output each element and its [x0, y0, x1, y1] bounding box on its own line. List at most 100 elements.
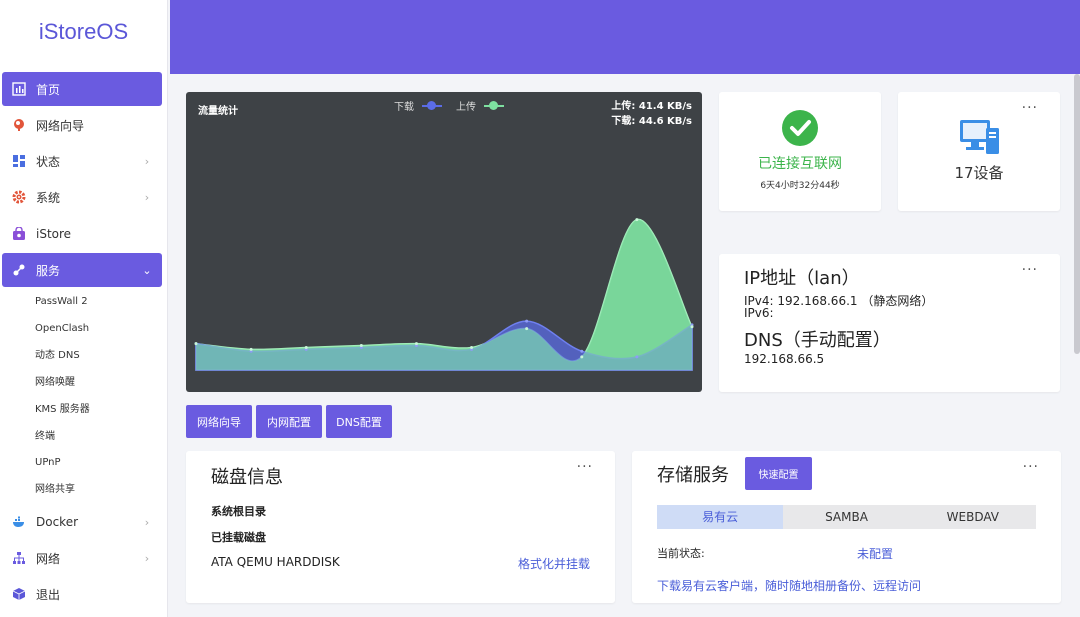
legend-upload-label: 上传 — [456, 102, 476, 113]
root-dir-label: 系统根目录 — [211, 505, 266, 518]
sidebar-item-label: 系统 — [36, 190, 61, 205]
download-speed: 下载: 44.6 KB/s — [611, 116, 692, 127]
globe-icon — [14, 119, 24, 131]
upload-front-area — [196, 219, 692, 370]
legend-upload-swatch[interactable] — [484, 100, 504, 110]
services-icon — [13, 264, 25, 276]
uptime: 6天4小时32分44秒 — [760, 181, 840, 191]
chevron-right-icon: › — [144, 154, 150, 168]
sidebar-item-istore[interactable]: iStore — [2, 217, 162, 251]
sidebar-item-network[interactable]: 网络 › — [2, 541, 162, 575]
ip-title: IP地址（lan） — [744, 268, 860, 289]
sidebar-subitem-terminal[interactable]: 终端 — [35, 427, 55, 447]
sidebar-item-label: 退出 — [36, 587, 61, 602]
docker-icon — [13, 516, 24, 527]
logo: iStoreOS — [38, 19, 129, 44]
top-header — [170, 0, 1080, 74]
sidebar-item-label: 网络向导 — [36, 118, 85, 133]
sidebar-item-system[interactable]: 系统 › — [2, 180, 162, 214]
more-menu-icon[interactable]: ··· — [577, 459, 593, 475]
upload-point — [690, 325, 694, 329]
sidebar-subitem-upnp[interactable]: UPnP — [35, 453, 61, 473]
tab-samba[interactable]: SAMBA — [783, 505, 909, 529]
chart-legend: 下载 上传 — [394, 98, 512, 113]
sidebar-item-label: 状态 — [36, 154, 61, 169]
speed-readout: 上传: 41.4 KB/s 下载: 44.6 KB/s — [611, 99, 692, 129]
sidebar-item-home[interactable]: 首页 — [2, 72, 162, 106]
tab-yiyouyun[interactable]: 易有云 — [657, 505, 784, 529]
sidebar-item-wizard[interactable]: 网络向导 — [2, 108, 162, 142]
ipv6-line: IPv6: — [744, 306, 774, 320]
computer-icon — [960, 120, 999, 154]
legend-download-swatch[interactable] — [422, 100, 442, 110]
storage-title: 存储服务 — [657, 465, 729, 486]
sidebar-item-services[interactable]: 服务 ⌄ — [2, 253, 162, 287]
quick-config-button[interactable]: 快速配置 — [745, 457, 812, 490]
more-menu-icon[interactable]: ··· — [1022, 100, 1038, 116]
sidebar-subitem-passwall[interactable]: PassWall 2 — [35, 292, 88, 312]
download-point — [580, 349, 584, 353]
upload-point — [525, 327, 529, 331]
device-count: 17设备 — [954, 164, 1004, 182]
chevron-right-icon: › — [144, 551, 150, 565]
upload-point — [359, 344, 363, 348]
chevron-down-icon: ⌄ — [142, 263, 152, 277]
sidebar-item-docker[interactable]: Docker › — [2, 505, 162, 539]
download-point — [525, 319, 529, 323]
sidebar-subitem-wol[interactable]: 网络唤醒 — [35, 373, 75, 393]
sidebar-subitem-ddns[interactable]: 动态 DNS — [35, 346, 80, 366]
dashboard-icon — [13, 155, 25, 167]
disk-name: ATA QEMU HARDDISK — [211, 555, 340, 569]
connection-card: 已连接互联网 6天4小时32分44秒 — [719, 92, 881, 211]
sidebar-item-label: 网络 — [36, 551, 61, 566]
disk-card: ··· 磁盘信息 系统根目录 已挂载磁盘 ATA QEMU HARDDISK 格… — [186, 451, 615, 603]
upload-point — [414, 342, 418, 346]
sidebar-item-logout[interactable]: 退出 — [2, 577, 162, 611]
chevron-right-icon: › — [144, 515, 150, 529]
upload-point — [580, 355, 584, 359]
store-icon — [13, 227, 25, 240]
upload-point — [249, 347, 253, 351]
sidebar-subitem-kms[interactable]: KMS 服务器 — [35, 400, 90, 420]
traffic-chart-card: 流量统计 下载 上传 上传: 41.4 KB/s 下载: 44.6 KB/s — [186, 92, 702, 392]
sidebar-item-label: Docker — [36, 515, 79, 529]
upload-point — [635, 218, 639, 222]
download-point — [635, 355, 639, 359]
traffic-chart — [194, 218, 694, 371]
sidebar-item-label: 首页 — [36, 82, 61, 97]
sidebar-item-label: iStore — [36, 227, 72, 241]
scrollbar[interactable] — [1074, 74, 1080, 354]
storage-tabs: 易有云 SAMBA WEBDAV — [657, 505, 1036, 529]
devices-card[interactable]: ··· 17设备 — [898, 92, 1060, 211]
check-circle-icon — [782, 110, 818, 146]
connection-status: 已连接互联网 — [758, 156, 842, 172]
format-mount-link[interactable]: 格式化并挂载 — [518, 555, 590, 572]
network-wizard-button[interactable]: 网络向导 — [186, 405, 252, 438]
sidebar-subitem-share[interactable]: 网络共享 — [35, 480, 75, 500]
more-menu-icon[interactable]: ··· — [1023, 459, 1039, 475]
status-value: 未配置 — [857, 547, 894, 561]
download-client-link[interactable]: 下载易有云客户端，随时随地相册备份、远程访问 — [657, 577, 921, 594]
chevron-right-icon: › — [144, 190, 150, 204]
tab-webdav[interactable]: WEBDAV — [910, 505, 1036, 529]
upload-speed: 上传: 41.4 KB/s — [611, 101, 692, 112]
storage-card: ··· 存储服务 快速配置 易有云 SAMBA WEBDAV 当前状态: 未配置… — [632, 451, 1061, 603]
network-icon — [13, 552, 25, 564]
sidebar-item-label: 服务 — [36, 263, 61, 278]
upload-point — [304, 345, 308, 349]
logout-icon — [12, 588, 26, 600]
lan-config-button[interactable]: 内网配置 — [256, 405, 322, 438]
sidebar-subitem-openclash[interactable]: OpenClash — [35, 319, 89, 339]
upload-point — [470, 345, 474, 349]
status-label: 当前状态: — [657, 547, 705, 560]
dns-config-button[interactable]: DNS配置 — [326, 405, 392, 438]
ip-card: ··· IP地址（lan） IPv4: 192.168.66.1 （静态网络） … — [719, 254, 1060, 392]
sidebar-item-status[interactable]: 状态 › — [2, 144, 162, 178]
more-menu-icon[interactable]: ··· — [1022, 262, 1038, 278]
chart-title: 流量统计 — [198, 106, 238, 117]
dns-value: 192.168.66.5 — [744, 352, 825, 366]
sidebar: iStoreOS 首页 网络向导 状态 › 系统 › iStore 服务 ⌄ P… — [0, 0, 168, 617]
legend-download-label: 下载 — [394, 102, 414, 113]
mounted-disk-label: 已挂载磁盘 — [211, 531, 266, 544]
chart-icon — [12, 82, 26, 96]
